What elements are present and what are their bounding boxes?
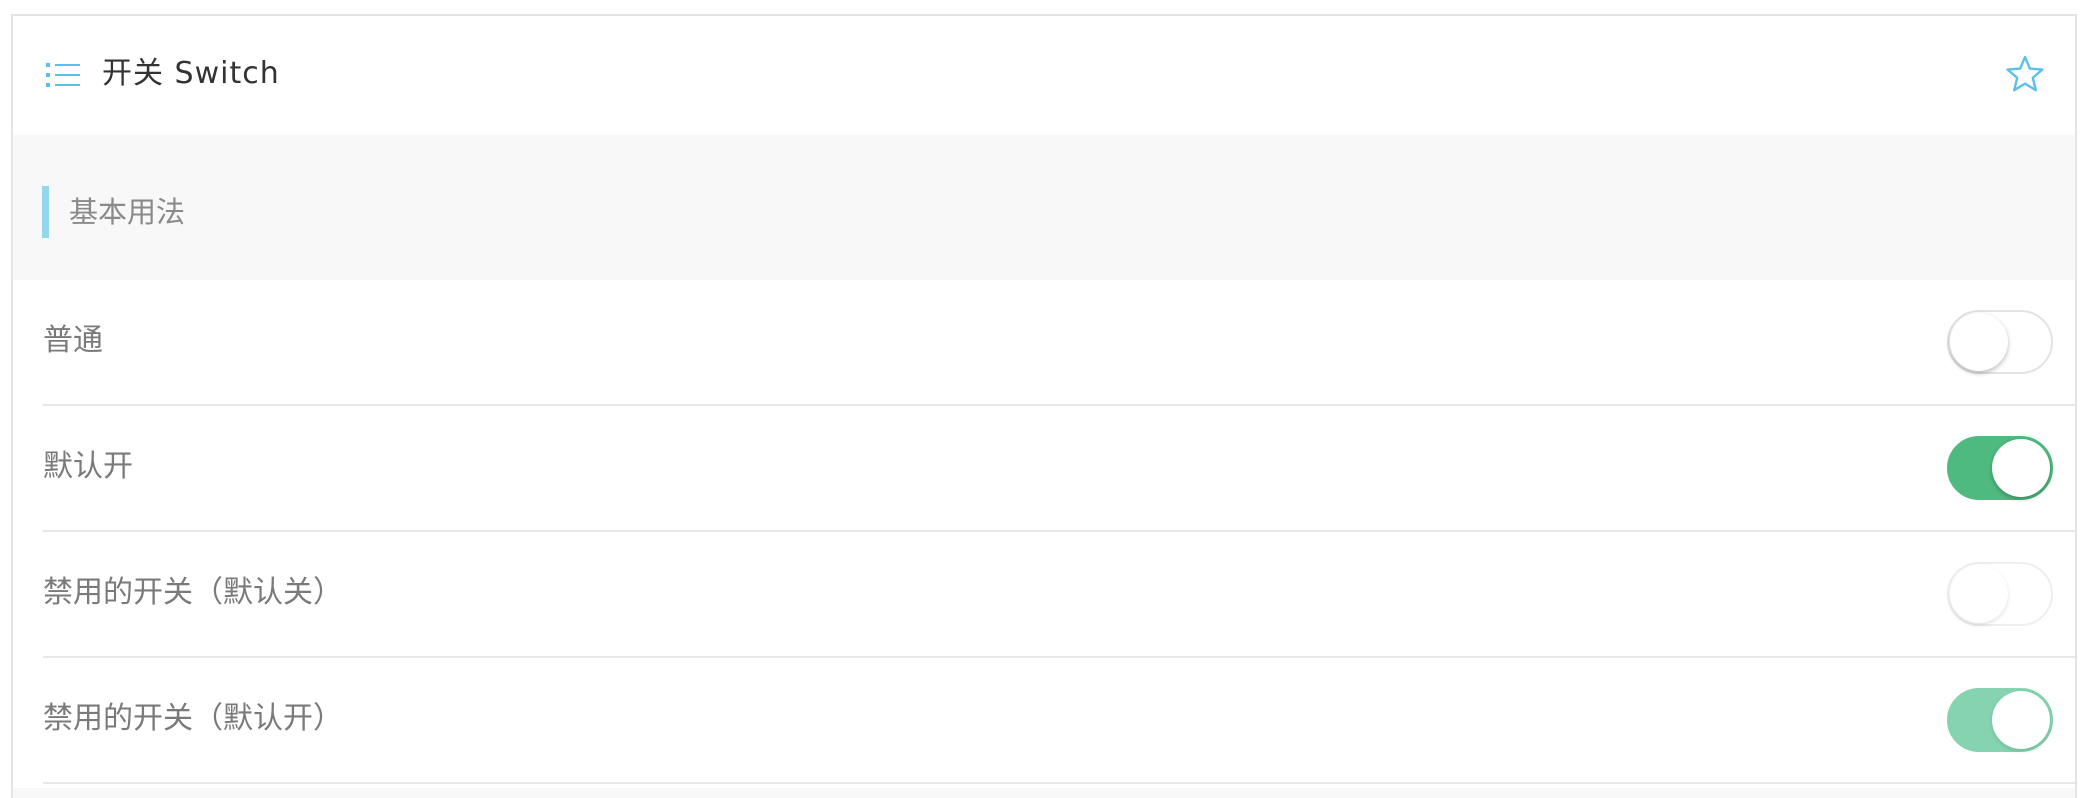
- row-label: 禁用的开关（默认开）: [43, 701, 343, 736]
- list-menu-icon[interactable]: [46, 62, 80, 88]
- section-header: 基本用法: [13, 135, 2075, 280]
- switch-knob: [1992, 691, 2050, 749]
- list-item-disabled-on: 禁用的开关（默认开）: [43, 658, 2075, 784]
- row-label: 禁用的开关（默认关）: [43, 575, 343, 610]
- section-title: 基本用法: [69, 195, 186, 229]
- page-title: 开关 Switch: [102, 56, 280, 91]
- disabled-off-switch: [1947, 562, 2053, 626]
- default-on-switch[interactable]: [1947, 436, 2053, 500]
- star-icon[interactable]: [2005, 54, 2045, 94]
- disabled-on-switch: [1947, 688, 2053, 752]
- panel-footer: [13, 788, 2075, 798]
- page-header: 开关 Switch: [13, 16, 2075, 135]
- section-accent-bar: [42, 186, 49, 238]
- list-item-disabled-off: 禁用的开关（默认关）: [43, 532, 2075, 658]
- normal-switch[interactable]: [1947, 310, 2053, 374]
- list-item-normal: 普通: [43, 280, 2075, 406]
- switch-knob: [1992, 439, 2050, 497]
- row-label: 默认开: [43, 449, 133, 484]
- switch-demo-panel: 开关 Switch 基本用法 普通 默认开 禁用的开关（默认关） 禁用的开关（默…: [11, 14, 2077, 798]
- list-item-default-on: 默认开: [43, 406, 2075, 532]
- switch-list: 普通 默认开 禁用的开关（默认关） 禁用的开关（默认开）: [13, 280, 2075, 788]
- switch-knob: [1950, 313, 2008, 371]
- switch-knob: [1950, 565, 2008, 623]
- row-label: 普通: [43, 323, 103, 358]
